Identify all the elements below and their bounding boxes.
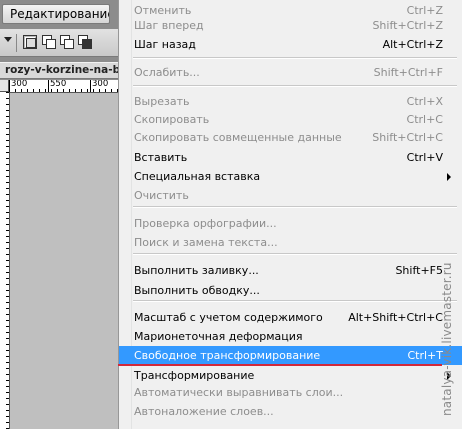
- menu-separator: [133, 300, 457, 302]
- menu-item-label: Марионеточная деформация: [134, 330, 303, 343]
- menu-separator: [133, 85, 457, 87]
- ruler-origin[interactable]: [0, 80, 9, 92]
- menu-item-shortcut: Shift+Ctrl+C: [372, 131, 443, 144]
- menu-item-shortcut: Shift+Ctrl+F: [373, 66, 443, 79]
- menu-item-label: Автоматически выравнивать слои...: [134, 386, 344, 399]
- menu-item-label: Проверка орфографии...: [134, 217, 277, 230]
- menu-item-label: Выполнить обводку...: [134, 284, 260, 297]
- menu-item-label: Вырезать: [134, 95, 190, 108]
- highlight-underline: [118, 364, 442, 366]
- menu-item-18[interactable]: Автоматически выравнивать слои...: [123, 383, 459, 402]
- menu-item-4[interactable]: Вырезать Ctrl+X: [123, 92, 459, 111]
- menu-item-12[interactable]: Выполнить заливку... Shift+F5: [123, 261, 459, 280]
- menu-item-3[interactable]: Ослабить... Shift+Ctrl+F: [123, 63, 459, 82]
- menu-item-9[interactable]: Очистить: [123, 186, 459, 205]
- intersect-selection-icon[interactable]: [78, 35, 92, 49]
- menu-separator: [133, 57, 457, 59]
- menu-item-2[interactable]: Шаг назад Alt+Ctrl+Z: [123, 35, 459, 54]
- menu-item-label: Вставить: [134, 151, 188, 164]
- ruler-label: 300: [91, 80, 110, 89]
- submenu-arrow-icon: [447, 173, 451, 181]
- menu-item-label: Масштаб с учетом содержимого: [134, 311, 323, 324]
- menu-item-19[interactable]: Автоналожение слоев...: [123, 402, 459, 421]
- menu-item-label: Ослабить...: [134, 66, 200, 79]
- new-selection-icon[interactable]: [23, 35, 37, 49]
- document-canvas[interactable]: [10, 93, 118, 429]
- menu-item-6[interactable]: Скопировать совмещенные данные Shift+Ctrl…: [123, 128, 459, 147]
- ruler-label: 300: [10, 80, 29, 89]
- menu-item-label: Свободное трансформирование: [134, 349, 321, 362]
- menu-item-7[interactable]: Вставить Ctrl+V: [123, 148, 459, 167]
- watermark: natalya-vik.livemaster.ru: [440, 262, 454, 416]
- menu-item-label: Скопировать совмещенные данные: [134, 131, 342, 144]
- menu-item-shortcut: Alt+Ctrl+Z: [382, 38, 443, 51]
- menu-item-label: Шаг назад: [134, 38, 196, 51]
- vertical-ruler: [0, 92, 10, 429]
- options-bar: [0, 29, 118, 57]
- menu-item-label: Выполнить заливку...: [134, 264, 259, 277]
- menu-item-14[interactable]: Масштаб с учетом содержимого Alt+Shift+Ct…: [123, 308, 459, 327]
- menu-item-5[interactable]: Скопировать Ctrl+C: [123, 110, 459, 129]
- menu-item-8[interactable]: Специальная вставка: [123, 167, 459, 186]
- menu-item-shortcut: Shift+F5: [395, 264, 443, 277]
- menu-item-11[interactable]: Поиск и замена текста...: [123, 233, 459, 252]
- menu-item-1[interactable]: Шаг вперед Shift+Ctrl+Z: [123, 16, 459, 35]
- menu-item-shortcut: Ctrl+T: [407, 349, 443, 362]
- menu-item-shortcut: Alt+Shift+Ctrl+C: [348, 311, 443, 324]
- menu-item-label: Шаг вперед: [134, 19, 204, 32]
- menu-item-10[interactable]: Проверка орфографии...: [123, 214, 459, 233]
- menu-item-shortcut: Ctrl+V: [406, 151, 443, 164]
- menu-item-label: Автоналожение слоев...: [134, 405, 274, 418]
- horizontal-ruler: 300 550 300: [9, 80, 118, 93]
- workspace-switcher-button[interactable]: Редактирование: [2, 4, 110, 24]
- menu-item-label: Специальная вставка: [134, 170, 261, 183]
- subtract-from-selection-icon[interactable]: [60, 35, 74, 49]
- tool-preset-dropdown-icon[interactable]: [4, 37, 12, 42]
- add-to-selection-icon[interactable]: [42, 35, 56, 49]
- menu-item-shortcut: Ctrl+C: [406, 113, 443, 126]
- menu-item-shortcut: Shift+Ctrl+Z: [372, 19, 443, 32]
- menu-item-free-transform[interactable]: Свободное трансформирование Ctrl+T: [119, 346, 462, 365]
- menu-separator: [133, 253, 457, 255]
- menu-separator: [133, 206, 457, 208]
- options-separator: [16, 34, 17, 52]
- menu-item-13[interactable]: Выполнить обводку...: [123, 281, 459, 300]
- menu-item-shortcut: Ctrl+X: [406, 95, 443, 108]
- menu-item-label: Поиск и замена текста...: [134, 236, 278, 249]
- menu-item-15[interactable]: Марионеточная деформация: [123, 327, 459, 346]
- menu-item-label: Скопировать: [134, 113, 210, 126]
- document-tab[interactable]: rozy-v-korzine-na-be: [0, 62, 118, 79]
- ruler-label: 550: [49, 80, 68, 89]
- menu-item-label: Очистить: [134, 189, 189, 202]
- menu-item-label: Трансформирование: [134, 369, 255, 382]
